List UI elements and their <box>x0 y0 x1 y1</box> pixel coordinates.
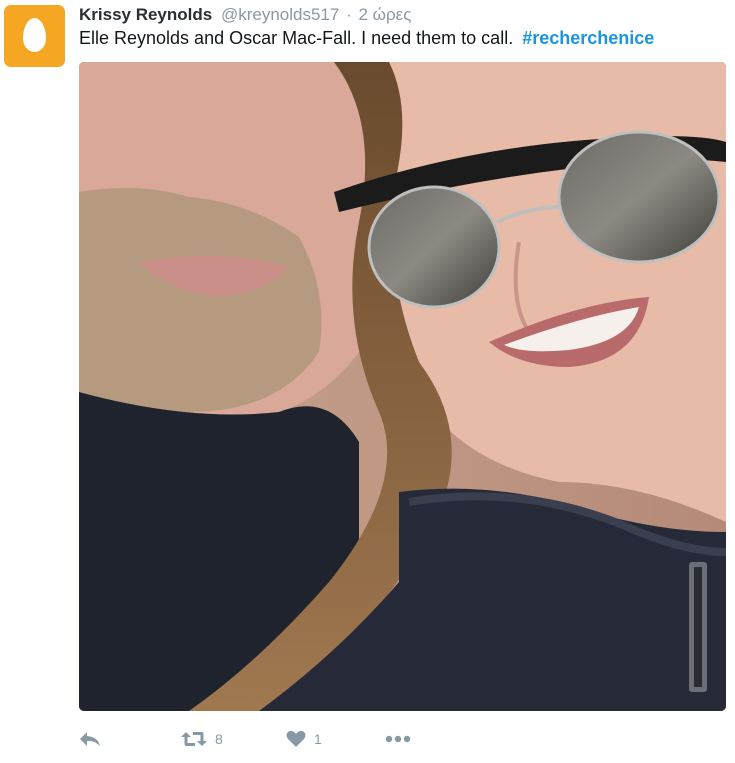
retweet-icon <box>181 732 207 746</box>
reply-button[interactable] <box>79 727 101 751</box>
tweet-photo[interactable] <box>79 62 726 711</box>
tweet-actions: 8 1 <box>79 727 479 751</box>
header-separator: · <box>346 5 352 24</box>
more-dots-icon <box>385 735 411 743</box>
like-count: 1 <box>314 731 322 747</box>
tweet-header: Krissy Reynolds @kreynolds517 · 2 ώρες <box>79 4 411 26</box>
user-fullname[interactable]: Krissy Reynolds <box>79 5 212 24</box>
tweet-text: Elle Reynolds and Oscar Mac-Fall. I need… <box>79 27 654 49</box>
tweet-timestamp[interactable]: 2 ώρες <box>359 5 412 24</box>
default-egg-avatar-icon <box>23 18 46 52</box>
selfie-photo <box>79 62 726 711</box>
tweet: Krissy Reynolds @kreynolds517 · 2 ώρες E… <box>0 0 735 763</box>
retweet-count: 8 <box>215 731 223 747</box>
reply-icon <box>80 732 100 746</box>
like-button[interactable]: 1 <box>286 727 322 751</box>
more-button[interactable] <box>385 727 411 751</box>
heart-icon <box>286 730 306 747</box>
retweet-button[interactable]: 8 <box>181 727 223 751</box>
user-handle[interactable]: @kreynolds517 <box>221 5 339 24</box>
user-avatar[interactable] <box>4 5 65 67</box>
hashtag-link[interactable]: #recherchenice <box>522 28 654 48</box>
tweet-body: Elle Reynolds and Oscar Mac-Fall. I need… <box>79 28 514 48</box>
